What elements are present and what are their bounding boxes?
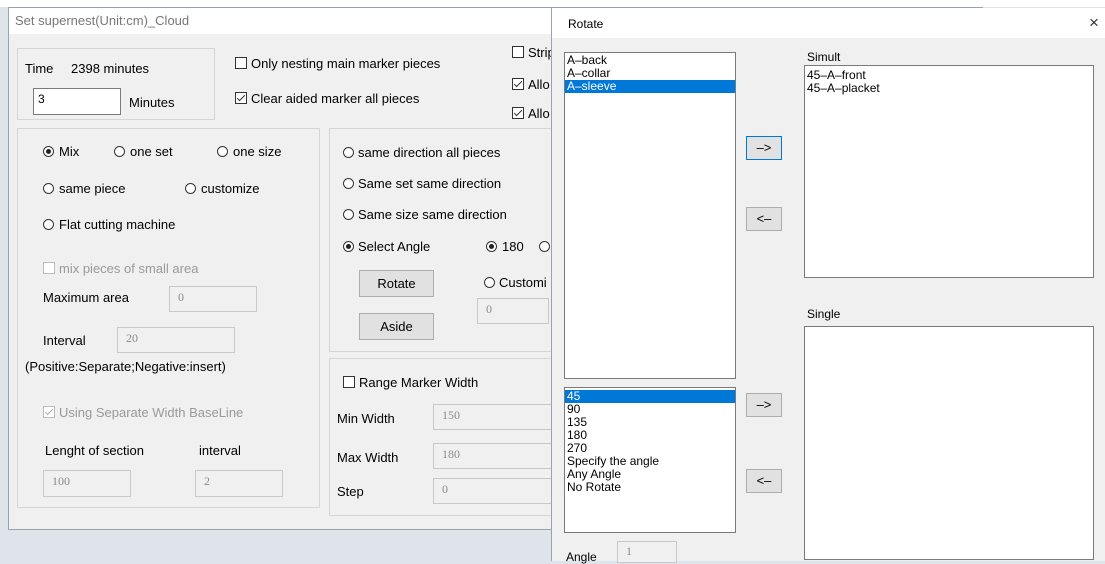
angle-input[interactable]: 1 — [617, 541, 677, 563]
minutes-input[interactable]: 3 — [33, 88, 121, 115]
angle-list-item[interactable]: 135 — [565, 416, 735, 429]
same-set-direction-radio[interactable] — [343, 178, 354, 189]
mix-small-area-label: mix pieces of small area — [59, 261, 199, 276]
maximum-area-label: Maximum area — [43, 290, 129, 305]
allow-checkbox-2[interactable] — [512, 107, 524, 119]
allow-label-1: Allo — [528, 77, 550, 92]
length-section-label: Lenght of section — [45, 443, 145, 458]
customize-label: customize — [201, 181, 260, 196]
step-label: Step — [337, 484, 364, 499]
simult-list-item[interactable]: 45–A–placket — [805, 82, 1093, 95]
close-icon[interactable]: × — [1089, 13, 1099, 33]
add-simult-button[interactable]: –> — [746, 136, 782, 160]
flat-cutting-label: Flat cutting machine — [59, 217, 176, 232]
separate-width-checkbox[interactable] — [43, 406, 55, 418]
rotate-title: Rotate — [568, 17, 604, 31]
maximum-area-input[interactable]: 0 — [169, 286, 257, 312]
flat-cutting-radio[interactable] — [43, 219, 54, 230]
background-window-edge — [0, 0, 1105, 7]
simult-label: Simult — [807, 50, 841, 64]
pieces-listbox[interactable]: A–back A–collar A–sleeve — [564, 52, 736, 379]
minutes-label: Minutes — [129, 95, 175, 110]
time-label: Time — [25, 61, 54, 76]
angle-list-item[interactable]: No Rotate — [565, 481, 735, 494]
range-marker-width-checkbox[interactable] — [343, 376, 355, 388]
same-piece-label: same piece — [59, 181, 126, 196]
same-piece-radio[interactable] — [43, 183, 54, 194]
piece-list-item[interactable]: A–sleeve — [565, 80, 735, 93]
only-nesting-label: Only nesting main marker pieces — [251, 56, 441, 71]
add-single-button[interactable]: –> — [746, 393, 782, 417]
aside-button[interactable]: Aside — [359, 313, 434, 340]
select-angle-label: Select Angle — [358, 239, 431, 254]
range-marker-width-label: Range Marker Width — [359, 375, 479, 390]
one-set-label: one set — [130, 144, 173, 159]
angle-180-label: 180 — [502, 239, 524, 254]
single-label: Single — [807, 307, 841, 321]
window-title: Set supernest(Unit:cm)_Cloud — [15, 13, 190, 28]
rotate-button[interactable]: Rotate — [359, 270, 434, 297]
max-width-input[interactable]: 180 — [433, 443, 553, 469]
angle-list-item[interactable]: 180 — [565, 429, 735, 442]
interval-input[interactable]: 20 — [117, 327, 235, 353]
min-width-input[interactable]: 150 — [433, 404, 553, 430]
custom-angle-input[interactable]: 0 — [477, 298, 549, 324]
angle-list-item[interactable]: 45 — [565, 390, 735, 403]
max-width-label: Max Width — [337, 450, 399, 465]
separate-width-label: Using Separate Width BaseLine — [59, 405, 244, 420]
one-set-radio[interactable] — [114, 146, 125, 157]
mix-small-area-checkbox[interactable] — [43, 262, 55, 274]
remove-simult-button[interactable]: <– — [746, 207, 782, 231]
interval-label: Interval — [43, 333, 86, 348]
clear-aided-checkbox[interactable] — [235, 92, 247, 104]
customize-radio[interactable] — [185, 183, 196, 194]
simult-listbox[interactable]: 45–A–front 45–A–placket — [804, 65, 1094, 278]
same-direction-all-label: same direction all pieces — [358, 145, 501, 160]
only-nesting-checkbox[interactable] — [235, 57, 247, 69]
length-section-input[interactable]: 100 — [43, 470, 131, 497]
angle-listbox[interactable]: 45 90 135 180 270 Specify the angle Any Angle N… — [564, 387, 736, 533]
rotate-title-bar — [552, 8, 1105, 38]
customize-angle-radio[interactable] — [484, 277, 495, 288]
mix-label: Mix — [59, 144, 80, 159]
time-value: 2398 minutes — [71, 61, 150, 76]
angle-other-radio[interactable] — [539, 241, 550, 252]
one-size-radio[interactable] — [217, 146, 228, 157]
angle-180-radio[interactable] — [486, 241, 497, 252]
same-size-direction-radio[interactable] — [343, 209, 354, 220]
mix-radio[interactable] — [43, 146, 54, 157]
strip-checkbox[interactable] — [512, 46, 524, 58]
single-listbox[interactable] — [804, 326, 1094, 560]
same-set-direction-label: Same set same direction — [358, 176, 502, 191]
select-angle-radio[interactable] — [343, 241, 354, 252]
angle-label: Angle — [566, 550, 597, 564]
interval2-input[interactable]: 2 — [195, 470, 283, 497]
interval-note: (Positive:Separate;Negative:insert) — [25, 359, 226, 374]
customize-angle-label: Customi — [499, 275, 547, 290]
same-size-direction-label: Same size same direction — [358, 207, 507, 222]
clear-aided-label: Clear aided marker all pieces — [251, 91, 420, 106]
allow-label-2: Allo — [528, 106, 550, 121]
rotate-dialog: Rotate × A–back A–collar A–sleeve –> <– Si… — [551, 8, 1105, 564]
remove-single-button[interactable]: <– — [746, 469, 782, 493]
interval2-label: interval — [199, 443, 241, 458]
min-width-label: Min Width — [337, 411, 395, 426]
same-direction-all-radio[interactable] — [343, 147, 354, 158]
one-size-label: one size — [233, 144, 282, 159]
step-input[interactable]: 0 — [433, 478, 553, 504]
angle-list-item[interactable]: 90 — [565, 403, 735, 416]
allow-checkbox-1[interactable] — [512, 78, 524, 90]
